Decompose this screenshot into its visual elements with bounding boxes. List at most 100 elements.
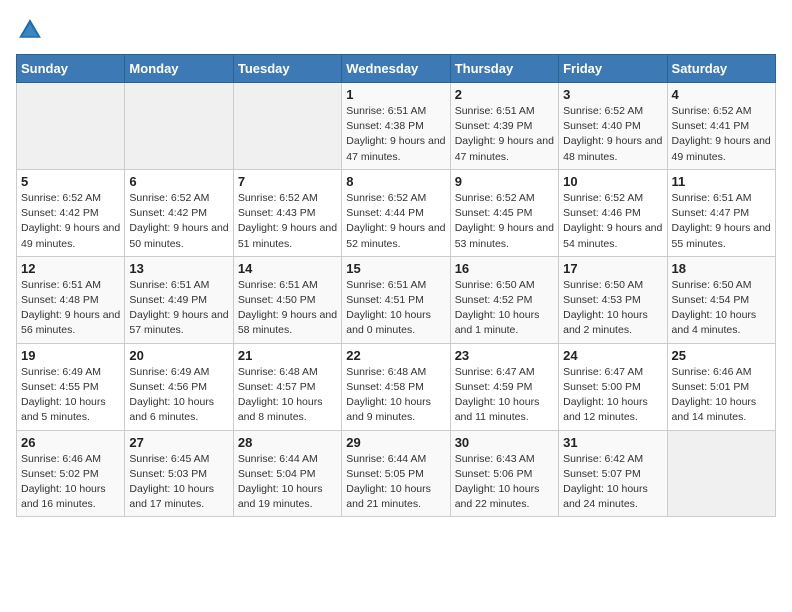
day-number: 18	[672, 261, 771, 276]
day-info: Sunrise: 6:52 AM Sunset: 4:42 PM Dayligh…	[129, 191, 228, 252]
calendar-cell: 12 Sunrise: 6:51 AM Sunset: 4:48 PM Dayli…	[17, 256, 125, 343]
calendar-cell: 14 Sunrise: 6:51 AM Sunset: 4:50 PM Dayli…	[233, 256, 341, 343]
day-of-week-header: Tuesday	[233, 55, 341, 83]
calendar-cell	[17, 83, 125, 170]
day-number: 8	[346, 174, 445, 189]
day-info: Sunrise: 6:50 AM Sunset: 4:54 PM Dayligh…	[672, 278, 771, 339]
calendar-cell: 30 Sunrise: 6:43 AM Sunset: 5:06 PM Dayli…	[450, 430, 558, 517]
calendar-cell: 6 Sunrise: 6:52 AM Sunset: 4:42 PM Daylig…	[125, 169, 233, 256]
day-of-week-header: Thursday	[450, 55, 558, 83]
day-info: Sunrise: 6:51 AM Sunset: 4:39 PM Dayligh…	[455, 104, 554, 165]
calendar-cell: 21 Sunrise: 6:48 AM Sunset: 4:57 PM Dayli…	[233, 343, 341, 430]
day-number: 5	[21, 174, 120, 189]
calendar-cell: 11 Sunrise: 6:51 AM Sunset: 4:47 PM Dayli…	[667, 169, 775, 256]
day-info: Sunrise: 6:50 AM Sunset: 4:53 PM Dayligh…	[563, 278, 662, 339]
day-number: 25	[672, 348, 771, 363]
day-info: Sunrise: 6:48 AM Sunset: 4:57 PM Dayligh…	[238, 365, 337, 426]
calendar-cell: 7 Sunrise: 6:52 AM Sunset: 4:43 PM Daylig…	[233, 169, 341, 256]
day-info: Sunrise: 6:52 AM Sunset: 4:41 PM Dayligh…	[672, 104, 771, 165]
calendar-cell: 2 Sunrise: 6:51 AM Sunset: 4:39 PM Daylig…	[450, 83, 558, 170]
day-info: Sunrise: 6:52 AM Sunset: 4:45 PM Dayligh…	[455, 191, 554, 252]
day-number: 30	[455, 435, 554, 450]
day-number: 14	[238, 261, 337, 276]
calendar-week-row: 5 Sunrise: 6:52 AM Sunset: 4:42 PM Daylig…	[17, 169, 776, 256]
calendar-week-row: 26 Sunrise: 6:46 AM Sunset: 5:02 PM Dayli…	[17, 430, 776, 517]
calendar-cell: 16 Sunrise: 6:50 AM Sunset: 4:52 PM Dayli…	[450, 256, 558, 343]
day-number: 16	[455, 261, 554, 276]
calendar-cell: 17 Sunrise: 6:50 AM Sunset: 4:53 PM Dayli…	[559, 256, 667, 343]
day-number: 15	[346, 261, 445, 276]
calendar-cell: 23Sunrise: 6:47 AM Sunset: 4:59 PM Dayli…	[450, 343, 558, 430]
calendar-cell: 10Sunrise: 6:52 AM Sunset: 4:46 PM Dayli…	[559, 169, 667, 256]
day-number: 31	[563, 435, 662, 450]
day-number: 22	[346, 348, 445, 363]
day-info: Sunrise: 6:52 AM Sunset: 4:44 PM Dayligh…	[346, 191, 445, 252]
day-number: 28	[238, 435, 337, 450]
calendar-cell: 25 Sunrise: 6:46 AM Sunset: 5:01 PM Dayli…	[667, 343, 775, 430]
day-number: 20	[129, 348, 228, 363]
day-of-week-header: Monday	[125, 55, 233, 83]
calendar-cell: 19Sunrise: 6:49 AM Sunset: 4:55 PM Dayli…	[17, 343, 125, 430]
day-number: 1	[346, 87, 445, 102]
day-info: Sunrise: 6:52 AM Sunset: 4:40 PM Dayligh…	[563, 104, 662, 165]
day-number: 12	[21, 261, 120, 276]
logo-icon	[16, 16, 44, 44]
day-info: Sunrise: 6:52 AM Sunset: 4:43 PM Dayligh…	[238, 191, 337, 252]
day-info: Sunrise: 6:44 AM Sunset: 5:04 PM Dayligh…	[238, 452, 337, 513]
day-info: Sunrise: 6:45 AM Sunset: 5:03 PM Dayligh…	[129, 452, 228, 513]
day-info: Sunrise: 6:49 AM Sunset: 4:56 PM Dayligh…	[129, 365, 228, 426]
calendar-cell: 27 Sunrise: 6:45 AM Sunset: 5:03 PM Dayli…	[125, 430, 233, 517]
day-info: Sunrise: 6:43 AM Sunset: 5:06 PM Dayligh…	[455, 452, 554, 513]
calendar-cell: 26 Sunrise: 6:46 AM Sunset: 5:02 PM Dayli…	[17, 430, 125, 517]
day-number: 11	[672, 174, 771, 189]
calendar-cell: 31 Sunrise: 6:42 AM Sunset: 5:07 PM Dayli…	[559, 430, 667, 517]
calendar-cell: 8 Sunrise: 6:52 AM Sunset: 4:44 PM Daylig…	[342, 169, 450, 256]
day-info: Sunrise: 6:50 AM Sunset: 4:52 PM Dayligh…	[455, 278, 554, 339]
calendar-cell: 9 Sunrise: 6:52 AM Sunset: 4:45 PM Daylig…	[450, 169, 558, 256]
calendar-cell: 13Sunrise: 6:51 AM Sunset: 4:49 PM Dayli…	[125, 256, 233, 343]
day-info: Sunrise: 6:51 AM Sunset: 4:51 PM Dayligh…	[346, 278, 445, 339]
day-number: 2	[455, 87, 554, 102]
day-number: 7	[238, 174, 337, 189]
calendar-cell: 18 Sunrise: 6:50 AM Sunset: 4:54 PM Dayli…	[667, 256, 775, 343]
calendar-cell: 15 Sunrise: 6:51 AM Sunset: 4:51 PM Dayli…	[342, 256, 450, 343]
calendar-cell: 5 Sunrise: 6:52 AM Sunset: 4:42 PM Daylig…	[17, 169, 125, 256]
day-info: Sunrise: 6:46 AM Sunset: 5:02 PM Dayligh…	[21, 452, 120, 513]
calendar-cell: 3 Sunrise: 6:52 AM Sunset: 4:40 PM Daylig…	[559, 83, 667, 170]
calendar-cell: 24Sunrise: 6:47 AM Sunset: 5:00 PM Dayli…	[559, 343, 667, 430]
calendar-table: SundayMondayTuesdayWednesdayThursdayFrid…	[16, 54, 776, 517]
calendar-cell	[125, 83, 233, 170]
day-number: 13	[129, 261, 228, 276]
day-info: Sunrise: 6:51 AM Sunset: 4:47 PM Dayligh…	[672, 191, 771, 252]
day-of-week-header: Sunday	[17, 55, 125, 83]
day-number: 17	[563, 261, 662, 276]
calendar-week-row: 1Sunrise: 6:51 AM Sunset: 4:38 PM Daylig…	[17, 83, 776, 170]
day-info: Sunrise: 6:46 AM Sunset: 5:01 PM Dayligh…	[672, 365, 771, 426]
calendar-cell: 20 Sunrise: 6:49 AM Sunset: 4:56 PM Dayli…	[125, 343, 233, 430]
day-number: 19	[21, 348, 120, 363]
logo	[16, 16, 48, 44]
calendar-cell: 1Sunrise: 6:51 AM Sunset: 4:38 PM Daylig…	[342, 83, 450, 170]
day-number: 3	[563, 87, 662, 102]
day-number: 26	[21, 435, 120, 450]
day-of-week-header: Wednesday	[342, 55, 450, 83]
calendar-cell: 28 Sunrise: 6:44 AM Sunset: 5:04 PM Dayli…	[233, 430, 341, 517]
page-header	[16, 16, 776, 44]
day-info: Sunrise: 6:51 AM Sunset: 4:50 PM Dayligh…	[238, 278, 337, 339]
day-info: Sunrise: 6:42 AM Sunset: 5:07 PM Dayligh…	[563, 452, 662, 513]
day-info: Sunrise: 6:52 AM Sunset: 4:42 PM Dayligh…	[21, 191, 120, 252]
day-of-week-header: Saturday	[667, 55, 775, 83]
day-number: 27	[129, 435, 228, 450]
days-header-row: SundayMondayTuesdayWednesdayThursdayFrid…	[17, 55, 776, 83]
calendar-cell	[667, 430, 775, 517]
day-info: Sunrise: 6:51 AM Sunset: 4:48 PM Dayligh…	[21, 278, 120, 339]
day-of-week-header: Friday	[559, 55, 667, 83]
day-number: 24	[563, 348, 662, 363]
day-number: 6	[129, 174, 228, 189]
calendar-week-row: 12 Sunrise: 6:51 AM Sunset: 4:48 PM Dayli…	[17, 256, 776, 343]
day-number: 9	[455, 174, 554, 189]
day-number: 4	[672, 87, 771, 102]
day-number: 21	[238, 348, 337, 363]
day-number: 10	[563, 174, 662, 189]
calendar-cell: 22Sunrise: 6:48 AM Sunset: 4:58 PM Dayli…	[342, 343, 450, 430]
